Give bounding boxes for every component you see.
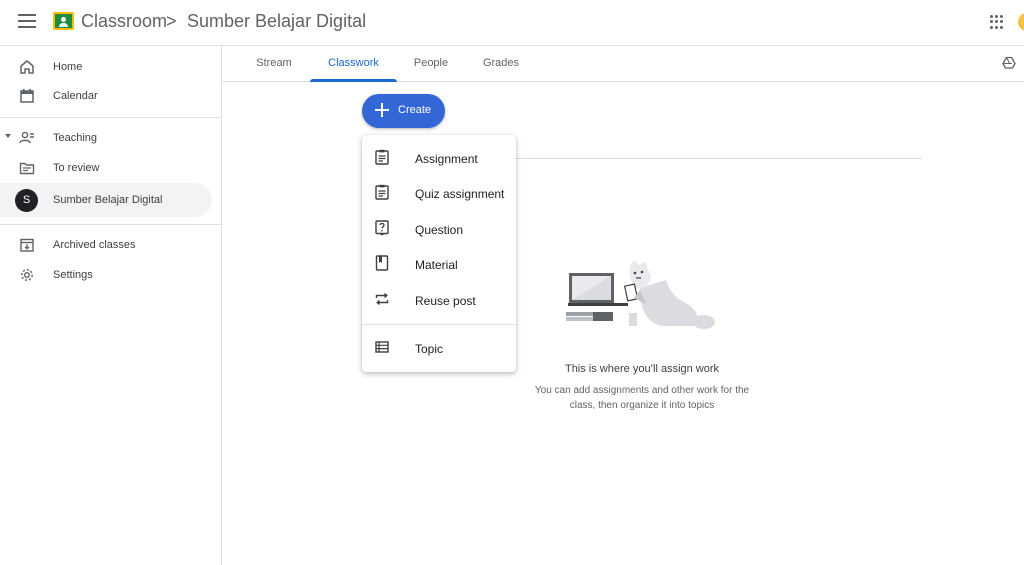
empty-state-description: You can add assignments and other work f… [534, 385, 750, 411]
menu-item-question[interactable]: Question [362, 212, 516, 246]
create-button[interactable]: Create [362, 94, 445, 128]
tab-people[interactable]: People [407, 46, 455, 82]
sidebar-item-label: Archived classes [53, 239, 136, 251]
menu-item-topic[interactable]: Topic [362, 331, 516, 365]
assignment-icon [375, 149, 389, 165]
sidebar-item-settings[interactable]: Settings [0, 258, 212, 292]
question-icon [375, 220, 389, 236]
tab-grades[interactable]: Grades [477, 46, 525, 82]
app-title[interactable]: Classroom [81, 11, 167, 32]
menu-item-label: Quiz assignment [415, 187, 505, 201]
account-avatar[interactable] [1018, 13, 1024, 31]
class-tabs: Stream Classwork People Grades [222, 46, 1024, 82]
google-apps-icon[interactable] [990, 15, 1004, 29]
quiz-assignment-icon [375, 184, 389, 200]
archive-icon [20, 238, 34, 252]
sidebar-item-label: Home [53, 61, 83, 73]
menu-item-label: Material [415, 258, 458, 272]
plus-icon [375, 103, 389, 117]
create-menu: Assignment Quiz assignment Question Mate… [362, 135, 516, 372]
gear-icon [21, 269, 33, 281]
reuse-icon [375, 292, 389, 306]
menu-item-assignment[interactable]: Assignment [362, 141, 516, 175]
tab-stream[interactable]: Stream [248, 46, 300, 82]
menu-item-label: Assignment [415, 152, 478, 166]
sidebar-item-sumber-belajar-digital[interactable]: S Sumber Belajar Digital [0, 183, 212, 217]
sidebar: Home Calendar Teaching To review S Sumbe… [0, 46, 222, 565]
menu-item-label: Reuse post [415, 294, 476, 308]
breadcrumb-chevron-icon: > [166, 11, 177, 31]
calendar-icon [20, 89, 34, 103]
classroom-logo-icon[interactable] [53, 12, 74, 30]
empty-state-illustration [566, 260, 715, 329]
create-button-label: Create [398, 104, 432, 116]
sidebar-item-label: To review [53, 162, 100, 174]
material-icon [375, 255, 389, 271]
main-menu-icon[interactable] [18, 14, 36, 30]
topic-divider [516, 158, 922, 159]
home-icon [20, 60, 34, 74]
sidebar-divider [0, 117, 221, 118]
tab-classwork[interactable]: Classwork [310, 46, 397, 82]
menu-divider [362, 324, 516, 325]
sidebar-item-archived-classes[interactable]: Archived classes [0, 228, 212, 262]
menu-item-label: Question [415, 223, 464, 237]
sidebar-divider [0, 224, 221, 225]
sidebar-item-label: Teaching [53, 132, 98, 144]
sidebar-item-label: Settings [53, 269, 93, 281]
sidebar-item-calendar[interactable]: Calendar [0, 79, 212, 113]
folder-icon [19, 162, 35, 175]
class-avatar: S [15, 189, 38, 212]
menu-item-label: Topic [415, 342, 444, 356]
class-title: Sumber Belajar Digital [187, 11, 367, 31]
top-app-bar: Classroom > Sumber Belajar Digital [0, 0, 1024, 46]
expand-caret-icon[interactable] [5, 134, 11, 138]
teaching-icon [19, 131, 34, 144]
sidebar-item-label: Calendar [53, 90, 98, 102]
menu-item-quiz-assignment[interactable]: Quiz assignment [362, 176, 516, 210]
menu-item-reuse-post[interactable]: Reuse post [362, 283, 516, 317]
empty-state-title: This is where you’ll assign work [564, 363, 720, 375]
menu-item-material[interactable]: Material [362, 247, 516, 281]
sidebar-item-teaching[interactable]: Teaching [0, 121, 212, 155]
topic-icon [375, 341, 389, 353]
sidebar-item-to-review[interactable]: To review [0, 151, 212, 185]
google-drive-icon[interactable] [1002, 56, 1016, 70]
sidebar-item-label: Sumber Belajar Digital [53, 194, 163, 206]
